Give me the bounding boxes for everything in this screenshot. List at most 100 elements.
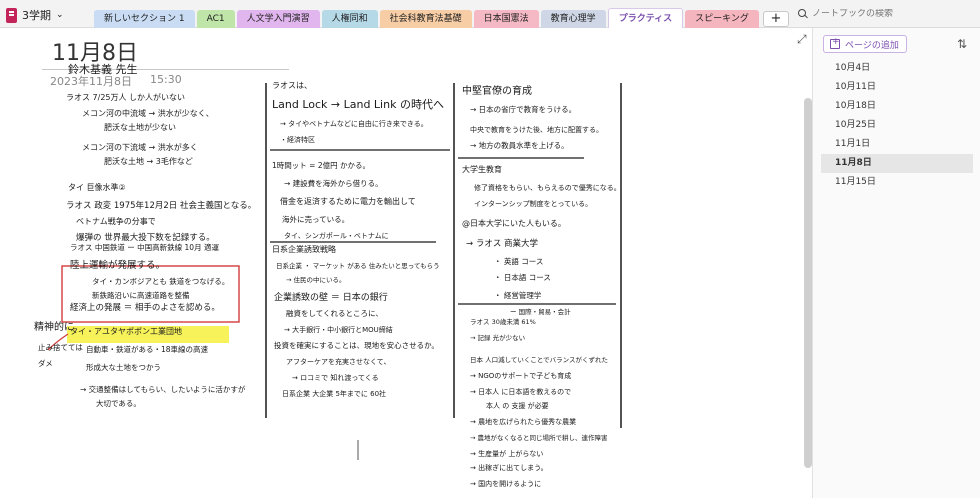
ink-text-line: → 大手銀行・中小銀行とMOU締結 (284, 325, 393, 334)
ink-text-line: ラオスは、 (272, 81, 312, 90)
search-input[interactable] (812, 8, 962, 19)
ink-text-line: → 建設費を海外から借りる。 (284, 178, 383, 188)
vertical-scrollbar[interactable] (804, 98, 812, 468)
chevron-down-icon: ⌄ (56, 10, 64, 20)
ink-text-line: 日本 人口減していくことでバランスがくずれた (470, 355, 608, 364)
ink-text-line: 経済上の発展 ＝ 相手のよさを認める。 (70, 302, 220, 313)
ink-text-line: アフターケアを充実させなくて、 (286, 357, 390, 366)
ink-text-line: ・ 日本語 コース (494, 272, 551, 282)
ink-text-line: @日本大学にいた人もいる。 (462, 218, 566, 228)
page-list-item[interactable]: 10月18日 (821, 97, 973, 116)
ink-text-line: 爆弾の 世界最大投下数を記録する。 (76, 232, 215, 243)
ink-text-line: タイ 巨像水準② (68, 182, 126, 192)
page-list-item[interactable]: 11月15日 (821, 173, 973, 192)
ink-text-line: 新鉄路沿いに高速道路を整備 (92, 290, 190, 300)
section-tab[interactable]: スピーキング (685, 10, 759, 28)
page-list-pane: ページの追加 ⇅ 10月4日10月11日10月18日10月25日11月1日11月… (812, 28, 980, 498)
ink-text-line: タイ・カンボジアとも 鉄道をつなげる。 (92, 276, 229, 286)
ink-text-line: → 記録 光が少ない (470, 333, 525, 342)
sort-icon[interactable]: ⇅ (957, 37, 967, 51)
ink-text-line: 日系企業 ・ マーケット がある 住みたいと思ってもらう (276, 261, 440, 270)
ink-text-line: ・経済特区 (280, 135, 315, 144)
ink-text-line: → 住民の中にいる。 (286, 275, 346, 284)
ink-text-line: Land Lock → Land Link の時代へ (272, 98, 444, 111)
ink-text-line: → 農地を広げられたら優秀な農業 (470, 417, 576, 426)
ink-text-line: 中堅官僚の育成 (462, 84, 532, 97)
ink-text-line: 鈴木基義 先生 (68, 62, 138, 76)
ink-text-line: 日系企業誘致戦略 (272, 244, 336, 254)
ink-text-line: → ロコミで 知れ渡ってくる (292, 373, 379, 382)
section-tab[interactable]: 日本国憲法 (473, 10, 539, 28)
ink-text-line: ラオス 30歳未満 61% (470, 317, 536, 326)
ink-canvas: 鈴木基義 先生ラオス 7/25万人 しか人がいないメコン河の中流域 → 洪水が少… (34, 62, 622, 488)
page-list-item[interactable]: 10月11日 (821, 78, 973, 97)
ink-text-line: → 日本の省庁で教育をうける。 (470, 104, 576, 114)
ink-text-line: ・ 経営管理学 (494, 290, 542, 300)
ink-text-line: 海外に売っている。 (282, 214, 349, 224)
page-list-item[interactable]: 10月4日 (821, 59, 973, 78)
ink-text-line: ベトナム戦争の分事で (76, 216, 156, 226)
section-tab[interactable]: AC1 (196, 10, 235, 28)
ink-text-line: 肥沃な土地 → 3毛作など (104, 156, 193, 166)
ink-text-line: 融資をしてくれるところに、 (286, 308, 383, 318)
ink-text-line: 1時間ット = 2億円 かかる。 (272, 160, 370, 170)
search-icon (798, 8, 808, 19)
section-tab[interactable]: 人文学入門演習 (236, 10, 320, 28)
ink-text-line: → 国内を開けるように (470, 479, 541, 488)
notebook-selector[interactable]: 3学期 ⌄ (6, 5, 64, 25)
ink-text-line: メコン河の下流域 → 洪水が多く (82, 142, 198, 152)
ink-text-line: ダメ (38, 358, 53, 368)
ink-text-line: 企業誘致の壁 ＝ 日本の銀行 (274, 291, 388, 303)
ink-text-line: インターンシップ制度をとっている。 (474, 199, 592, 208)
ink-text-line: 形成大な土地をつかう (86, 362, 161, 372)
ink-text-line: → ラオス 商業大学 (466, 238, 539, 249)
page-list-item[interactable]: 11月8日 (821, 154, 973, 173)
ink-text-line: 投資を確実にすることは、現地を安心させるか。 (274, 340, 439, 350)
ink-text-line: ラオス 7/25万人 しか人がいない (66, 92, 185, 102)
ink-text-line: 止み捨てては (38, 342, 83, 352)
page-list-item[interactable]: 10月25日 (821, 116, 973, 135)
notebook-name: 3学期 (22, 9, 51, 22)
ink-text-line: 自動車・鉄道がある・18車線の高速 (86, 344, 209, 354)
add-section-button[interactable]: + (762, 11, 789, 27)
ink-text-line: 大学生教育 (462, 164, 502, 174)
ink-text-line: 陸上運輸が発展する。 (70, 259, 165, 271)
notebook-icon (6, 7, 17, 23)
ink-text-line: ・ 英語 コース (494, 256, 543, 266)
ink-text-line: ラオス 中国鉄道 ー 中国高新鉄線 10月 適運 (70, 242, 219, 252)
section-tab[interactable]: 社会科教育法基礎 (379, 10, 472, 28)
ink-text-line: 肥沃な土地が少ない (104, 122, 176, 132)
section-tab[interactable]: 教育心理学 (540, 10, 606, 28)
ink-text: 鈴木基義 先生ラオス 7/25万人 しか人がいないメコン河の中流域 → 洪水が少… (34, 62, 621, 488)
ink-text-line: ー 国際・貿易・会計 (510, 307, 571, 316)
ink-text-line: → タイやベトナムなどに自由に行き来できる。 (280, 119, 428, 128)
add-page-label: ページの追加 (845, 40, 899, 51)
page-list-item[interactable]: 11月1日 (821, 135, 973, 154)
ink-text-line: → 農地がなくなると同じ場所で耕し、連作障害 (470, 433, 608, 442)
ink-text-line: 本人 の 支援 が必要 (486, 401, 549, 410)
section-tabs: 新しいセクション 1 AC1 人文学入門演習 人権同和 社会科教育法基礎 日本国憲法 教育心… (94, 8, 789, 28)
ink-text-line: 中央で教育をうけた後、地方に配置する。 (470, 125, 603, 134)
add-page-button[interactable]: ページの追加 (823, 35, 907, 53)
section-tab[interactable]: プラクティス (607, 8, 684, 28)
add-page-icon (830, 37, 840, 49)
ink-text-line: → NGOのサポートで子ども育成 (470, 371, 571, 380)
ink-text-line: タイ、シンガポール・ベトナムに (284, 231, 389, 240)
section-tab[interactable]: 新しいセクション 1 (94, 10, 195, 28)
ink-text-line: → 出稼ぎに出てしまう。 (470, 463, 548, 472)
ink-text-line: メコン河の中流域 → 洪水が少なく、 (82, 108, 214, 118)
ink-text-line: 精神的に (34, 320, 74, 333)
ink-text-line: ラオス 政変 1975年12月2日 社会主義国となる。 (66, 200, 256, 211)
ink-text-line: 修了資格をもらい、もらえるので優秀になる。 (474, 183, 621, 192)
ink-text-line: 借金を返済するために電力を輸出して (280, 196, 416, 206)
note-page[interactable]: 11月8日 2023年11月8日 15:30 ⤢ 鈴木基義 先生 ラオス 7/25… (4, 28, 812, 498)
ink-text-line: 大切である。 (96, 398, 141, 408)
ink-text-line: → 地方の教員水準を上げる。 (470, 140, 569, 150)
ink-text-line: → 生産量が 上がらない (470, 449, 543, 458)
section-tab[interactable]: 人権同和 (321, 10, 378, 28)
ink-text-line: → 日本人 に日本語を教えるので (470, 387, 571, 396)
search-box[interactable] (794, 4, 976, 23)
ink-text-line: → 交通整備はしてもらい、したいように活かすが (80, 384, 246, 394)
ink-text-line: 日系企業 大企業 5年までに 60社 (282, 389, 386, 398)
page-list: 10月4日 10月11日 10月18日 10月25日 11月1日 11月8日 11月15日 (821, 59, 973, 192)
